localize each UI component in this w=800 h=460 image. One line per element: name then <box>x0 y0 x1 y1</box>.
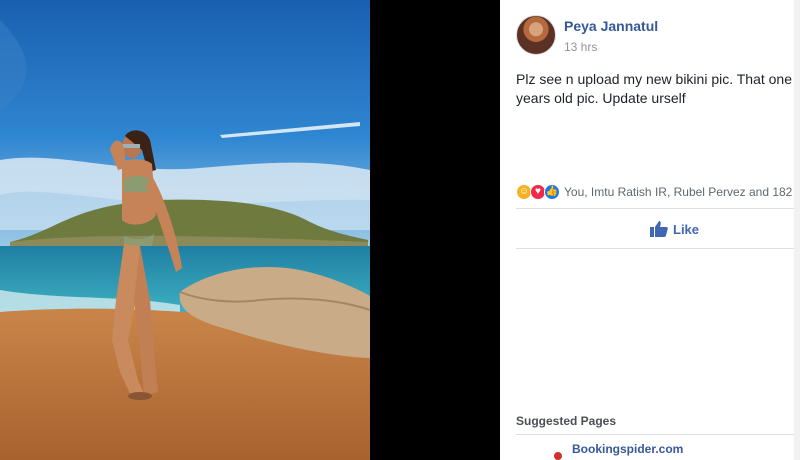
post-sidebar: Peya Jannatul 13 hrs Plz see n upload my… <box>500 0 800 460</box>
divider <box>516 434 800 435</box>
post-text: Plz see n upload my new bikini pic. That… <box>516 71 800 106</box>
divider <box>516 208 800 209</box>
suggested-pages-heading: Suggested Pages <box>516 414 617 428</box>
suggested-page-link[interactable]: Bookingspider.com <box>572 442 683 456</box>
page-thumbnail[interactable] <box>554 452 562 460</box>
scrollbar[interactable] <box>794 0 800 460</box>
like-button[interactable]: Like <box>650 219 699 239</box>
thumbs-up-icon <box>650 221 668 237</box>
post-header: Peya Jannatul 13 hrs <box>516 15 658 55</box>
like-label: Like <box>673 221 700 237</box>
like-icon: 👍 <box>544 184 560 200</box>
viewer-backdrop <box>370 0 500 460</box>
post-photo <box>0 0 370 460</box>
divider <box>516 248 800 249</box>
reactors-text[interactable]: You, Imtu Ratish IR, Rubel Pervez and 18… <box>564 185 800 199</box>
avatar[interactable] <box>516 15 556 55</box>
photo-viewer[interactable] <box>0 0 370 460</box>
author-name[interactable]: Peya Jannatul <box>564 17 658 35</box>
post-timestamp[interactable]: 13 hrs <box>564 39 658 55</box>
reactions-summary[interactable]: ☺ ♥ 👍 You, Imtu Ratish IR, Rubel Pervez … <box>516 182 800 202</box>
